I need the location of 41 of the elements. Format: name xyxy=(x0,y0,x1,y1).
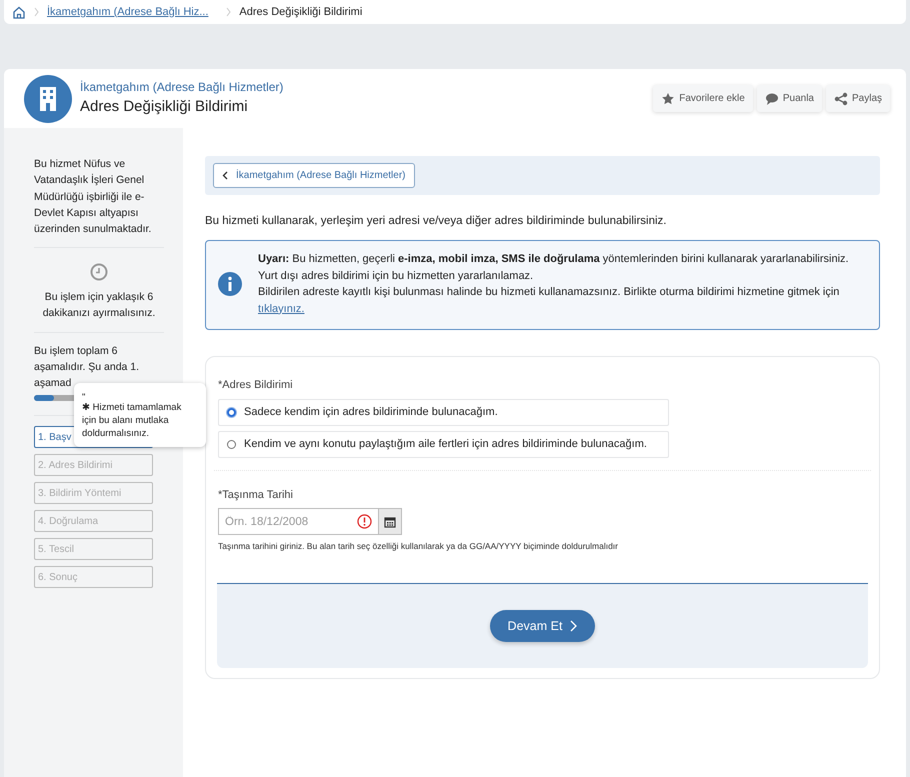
category-label: İkametgahım (Adrese Bağlı Hizmetler) xyxy=(80,79,284,96)
intro-text: Bu hizmeti kullanarak, yerleşim yeri adresi ve/veya diğer adres bildiriminde bulunabilirsiniz. xyxy=(205,214,668,229)
breadcrumb-link[interactable]: İkametgahım (Adrese Bağlı Hiz... xyxy=(47,4,208,20)
help-text: Taşınma tarihini giriniz. Bu alan tarih seç özelliği kullanılarak ya da GG/AA/YYYY biçiminde doldurulmalıdır xyxy=(218,540,620,553)
radio-option[interactable]: Sadece kendim için adres bildiriminde bulunacağım. xyxy=(218,398,669,426)
info-icon xyxy=(218,272,242,296)
page-title: Adres Değişikliği Bildirimi xyxy=(80,97,249,118)
action-button[interactable]: Favorilere ekle xyxy=(653,85,753,112)
share-icon xyxy=(834,92,848,106)
alert-text: Uyarı: Bu hizmetten, geçerli e-imza, mobil imza, SMS ile doğrulama yöntemlerinden birini kullanarak yararlanabilirsiniz. xyxy=(258,252,849,268)
option-label: Kendim ve aynı konutu paylaştığım aile fertleri için adres bildiriminde bulunacağım. xyxy=(244,437,647,452)
calendar-button[interactable] xyxy=(378,508,402,536)
back-button[interactable]: İkametgahım (Adrese Bağlı Hizmetler) xyxy=(213,163,415,188)
star-icon xyxy=(661,92,676,106)
alert-text: Bildirilen adreste kayıtlı kişi bulunması halinde bu hizmeti kullanamazsınız. Birlikte oturma bildirimi hizmetine gitmek için xyxy=(258,285,840,300)
action-button[interactable]: Paylaş xyxy=(826,85,890,112)
chevron-left-icon xyxy=(222,171,228,180)
breadcrumb-chevron-icon xyxy=(34,7,39,17)
breadcrumb-current: Adres Değişikliği Bildirimi xyxy=(239,4,362,20)
chevron-right-icon xyxy=(570,620,578,632)
service-info-text: Bu hizmet Nüfus ve Vatandaşlık İşleri Genel Müdürlüğü işbirliği ile e-Devlet Kapısı altyapısı üzerinden sunulmaktadır. xyxy=(34,157,152,238)
building-icon xyxy=(24,74,72,122)
radio-button[interactable] xyxy=(227,440,236,449)
tooltip-text: ✱ Hizmeti tamamlamak için bu alanı mutlaka doldurmalısınız. xyxy=(82,402,182,441)
tooltip-text: " xyxy=(82,392,86,402)
field-label: *Adres Bildirimi xyxy=(218,378,294,394)
progress-text: Bu işlem toplam 6 aşamalıdır. Şu anda 1. aşamad xyxy=(34,344,140,392)
alert-text: Yurt dışı adres bildirimi için bu hizmetten yararlanılamaz. xyxy=(258,268,534,284)
field-label: *Taşınma Tarihi xyxy=(218,488,294,503)
speech-bubble-icon xyxy=(764,92,779,106)
duration-text: Bu işlem için yaklaşık 6 dakikanızı ayırmalısınız. xyxy=(42,290,156,322)
radio-button[interactable] xyxy=(227,408,236,417)
action-button[interactable]: Puanla xyxy=(756,85,822,112)
home-icon xyxy=(12,6,26,18)
alert-link[interactable]: tıklayınız. xyxy=(258,302,304,315)
option-label: Sadece kendim için adres bildiriminde bulunacağım. xyxy=(244,405,498,420)
radio-option[interactable]: Kendim ve aynı konutu paylaştığım aile fertleri için adres bildiriminde bulunacağım. xyxy=(218,430,669,458)
breadcrumb-chevron-icon xyxy=(226,7,232,17)
continue-button[interactable]: Devam Et xyxy=(490,610,596,642)
clock-icon xyxy=(90,263,108,282)
calendar-icon xyxy=(384,516,396,528)
